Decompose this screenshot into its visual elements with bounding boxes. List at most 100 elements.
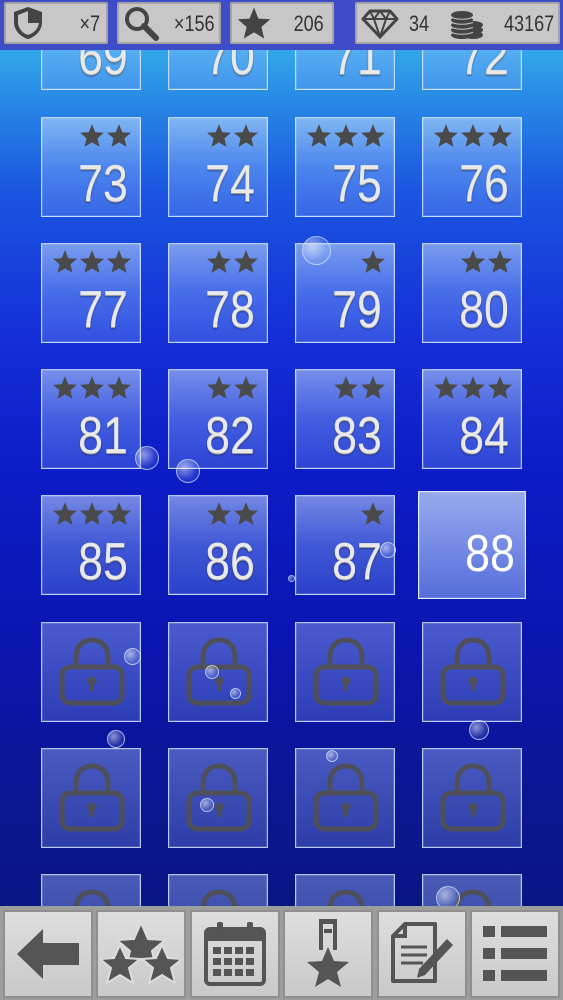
ribbon-star-icon: [307, 919, 349, 987]
level-number: 76: [459, 155, 509, 213]
level-tile-83[interactable]: 83: [295, 369, 395, 469]
padlock-icon: [59, 637, 125, 706]
star-icon: [361, 502, 385, 525]
star-icon: [334, 376, 358, 399]
star-rating: [460, 249, 513, 274]
locked-level-tile[interactable]: [295, 622, 395, 722]
diamond-icon: [361, 9, 399, 39]
level-tile-85[interactable]: 85: [41, 495, 141, 595]
locked-level-tile[interactable]: [295, 748, 395, 848]
bubble: [288, 575, 295, 582]
star-rating: [433, 123, 513, 148]
leaderboard-button[interactable]: [283, 910, 373, 998]
level-tile-86[interactable]: 86: [168, 495, 268, 595]
star-icon: [207, 502, 231, 525]
star-rating: [360, 501, 386, 526]
star-icon: [488, 124, 512, 147]
star-icon: [361, 376, 385, 399]
star-icon: [80, 250, 104, 273]
star-rating: [360, 249, 386, 274]
padlock-icon: [327, 889, 365, 906]
shield-icon: [14, 7, 42, 39]
level-tile-80[interactable]: 80: [422, 243, 522, 343]
back-arrow-icon: [17, 929, 79, 979]
star-icon: [461, 376, 485, 399]
level-grid[interactable]: 69 70 71 72 73 74 75 76 77 78 79 80 81 82 83 84 85 86…: [0, 0, 563, 906]
level-number: 77: [78, 281, 128, 339]
star-icon: [207, 250, 231, 273]
star-icon: [207, 376, 231, 399]
star-rating: [52, 249, 132, 274]
menu-button[interactable]: [470, 910, 560, 998]
bubble: [302, 236, 331, 265]
calendar-button[interactable]: [190, 910, 280, 998]
bubble: [200, 798, 214, 812]
level-tile-82[interactable]: 82: [168, 369, 268, 469]
star-icon: [434, 376, 458, 399]
level-tile-73[interactable]: 73: [41, 117, 141, 217]
level-number: 78: [205, 281, 255, 339]
locked-level-tile[interactable]: [295, 874, 395, 906]
locked-level-tile[interactable]: [422, 622, 522, 722]
bubble: [176, 459, 200, 483]
padlock-icon: [59, 763, 125, 832]
calendar-icon: [204, 922, 266, 986]
star-icon: [461, 124, 485, 147]
locked-level-tile[interactable]: [41, 622, 141, 722]
level-number: 79: [332, 281, 382, 339]
star-icon: [488, 250, 512, 273]
padlock-icon: [440, 637, 506, 706]
star-rating: [206, 123, 259, 148]
document-pencil-icon: [391, 922, 453, 983]
level-number: 81: [78, 407, 128, 465]
level-number: 84: [459, 407, 509, 465]
locked-level-tile[interactable]: [41, 748, 141, 848]
star-icon: [234, 250, 258, 273]
star-icon: [53, 250, 77, 273]
star-icon: [307, 124, 331, 147]
hint-counter[interactable]: ×156: [117, 2, 221, 44]
star-counter[interactable]: 206: [230, 2, 334, 44]
shield-count: ×7: [79, 11, 100, 36]
level-tile-78[interactable]: 78: [168, 243, 268, 343]
level-tile-88[interactable]: 88: [418, 491, 526, 599]
level-tile-75[interactable]: 75: [295, 117, 395, 217]
padlock-icon: [313, 637, 379, 706]
star-rating: [333, 375, 386, 400]
shield-counter[interactable]: ×7: [4, 2, 108, 44]
stars-button[interactable]: [96, 910, 186, 998]
star-icon: [107, 250, 131, 273]
coin-count: 43167: [503, 11, 554, 36]
bubble: [469, 720, 489, 740]
level-number: 82: [205, 407, 255, 465]
padlock-icon: [313, 763, 379, 832]
star-icon: [237, 7, 271, 39]
level-tile-74[interactable]: 74: [168, 117, 268, 217]
star-rating: [433, 375, 513, 400]
star-icon: [207, 124, 231, 147]
locked-level-tile[interactable]: [168, 874, 268, 906]
level-tile-87[interactable]: 87: [295, 495, 395, 595]
level-tile-84[interactable]: 84: [422, 369, 522, 469]
star-rating: [52, 375, 132, 400]
locked-level-tile[interactable]: [41, 874, 141, 906]
level-number: 80: [459, 281, 509, 339]
star-icon: [234, 502, 258, 525]
notes-button[interactable]: [377, 910, 467, 998]
gem-count: 34: [409, 11, 430, 36]
bubble: [107, 730, 125, 748]
currency-counter[interactable]: 34 43167: [355, 2, 560, 44]
star-icon: [80, 376, 104, 399]
level-tile-77[interactable]: 77: [41, 243, 141, 343]
star-icon: [107, 124, 131, 147]
star-rating: [79, 123, 132, 148]
top-hud-bar: ×7 ×156 206 34 43167: [0, 0, 563, 50]
back-button[interactable]: [3, 910, 93, 998]
locked-level-tile[interactable]: [422, 748, 522, 848]
level-tile-76[interactable]: 76: [422, 117, 522, 217]
star-icon: [107, 502, 131, 525]
level-tile-81[interactable]: 81: [41, 369, 141, 469]
locked-level-tile[interactable]: [168, 748, 268, 848]
bubble: [205, 665, 219, 679]
bubble: [380, 542, 396, 558]
